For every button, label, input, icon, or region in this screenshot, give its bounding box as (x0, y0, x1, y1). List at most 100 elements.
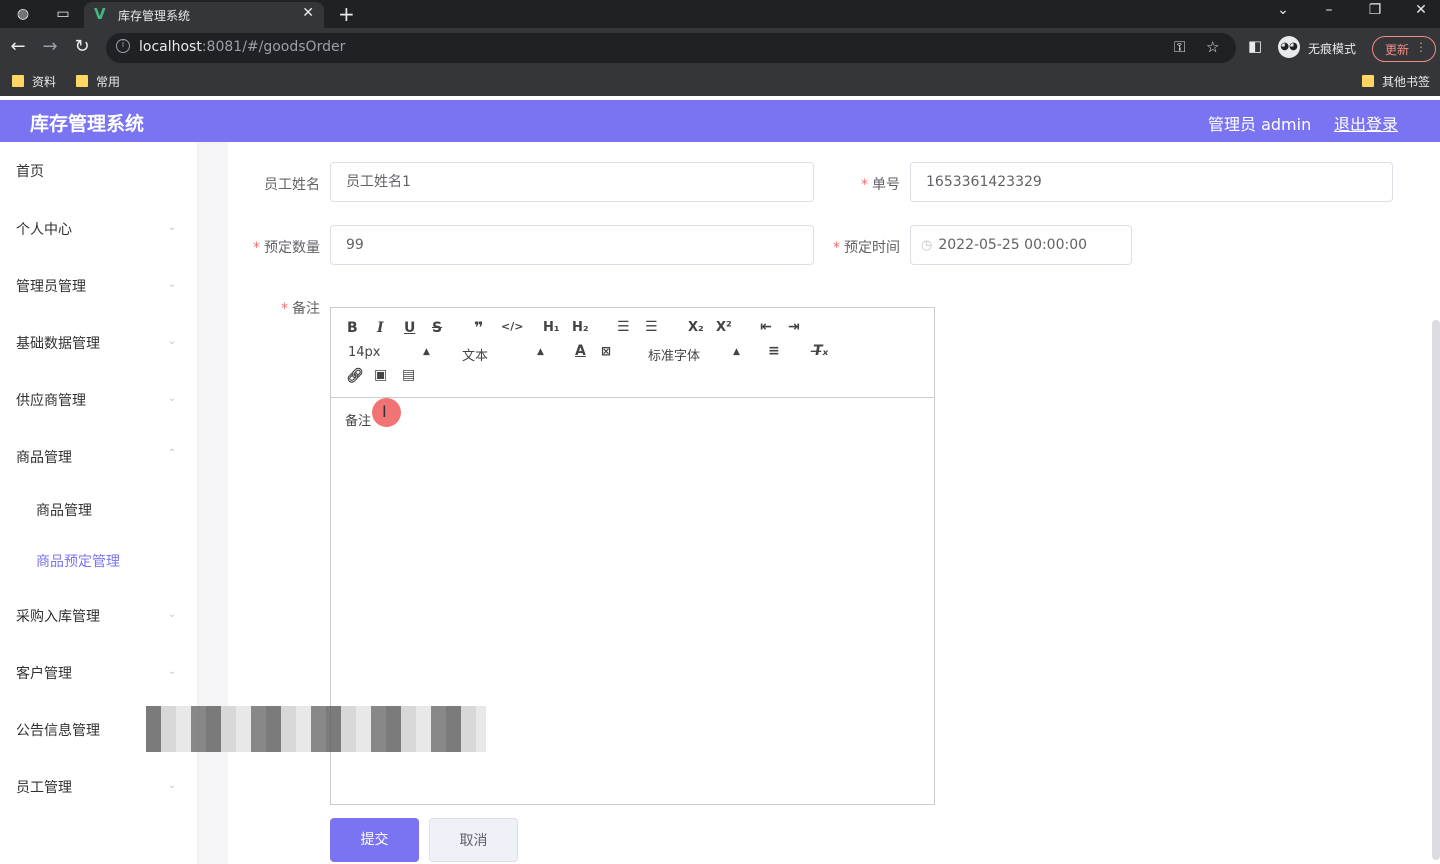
chevron-down-icon: ⌄ (168, 222, 177, 233)
chevron-down-icon: ⌄ (168, 609, 177, 620)
sidebar-item-purchase[interactable]: 采购入库管理 (16, 606, 100, 626)
browser-menu-icon[interactable]: ◍ (14, 5, 32, 23)
order-time-field[interactable]: ◷ 2022-05-25 00:00:00 (910, 225, 1132, 265)
chevron-down-icon: ⌄ (168, 279, 177, 290)
quantity-label: * 预定数量 (253, 240, 320, 256)
header-select[interactable]: 文本 (462, 345, 488, 364)
font-color-icon[interactable]: A (575, 343, 586, 359)
bookmark-star-icon[interactable]: ☆ (1206, 38, 1219, 56)
sidebar-subitem-goods[interactable]: 商品管理 (36, 500, 92, 520)
vue-favicon-icon: V (94, 5, 106, 23)
reload-icon[interactable]: ↻ (70, 36, 94, 57)
submit-button[interactable]: 提交 (330, 818, 419, 862)
incognito-icon: ◕◕ (1278, 36, 1300, 58)
update-button[interactable]: 更新 ⋮ (1372, 36, 1436, 62)
heading-1-icon[interactable]: H₁ (543, 320, 560, 335)
underline-icon[interactable]: U (404, 320, 415, 336)
sidebar-item-customers[interactable]: 客户管理 (16, 663, 72, 683)
code-block-icon[interactable]: </> (501, 320, 523, 333)
content-gutter (198, 142, 228, 864)
remark-label: * 备注 (281, 301, 320, 317)
employee-name-field[interactable]: 员工姓名1 (330, 162, 814, 202)
order-no-field[interactable]: 1653361423329 (910, 162, 1393, 202)
select-caret-icon: ▲ (733, 347, 740, 357)
tab-search-icon[interactable]: ▭ (54, 5, 72, 23)
sidebar-item-admins[interactable]: 管理员管理 (16, 276, 86, 296)
ordered-list-icon[interactable]: ☰ (617, 319, 630, 335)
more-icon: ⋮ (1415, 40, 1427, 54)
cancel-button[interactable]: 取消 (429, 818, 518, 862)
sidepanel-icon[interactable]: ◧ (1248, 37, 1262, 55)
chevron-up-icon: ⌃ (168, 448, 177, 459)
browser-toolbar: ← → ↻ i localhost:8081/#/goodsOrder ⚿ ☆ … (0, 28, 1440, 68)
bullet-list-icon[interactable]: ☰ (645, 319, 658, 335)
indent-icon[interactable]: ⇥ (788, 319, 800, 335)
font-family-select[interactable]: 标准字体 (648, 345, 700, 364)
close-window-icon[interactable]: ✕ (1406, 2, 1436, 18)
required-mark: * (833, 240, 840, 256)
other-bookmarks[interactable]: 其他书签 (1362, 73, 1430, 90)
link-icon[interactable]: 🔗︎ (346, 368, 364, 384)
sidebar-item-basic-data[interactable]: 基础数据管理 (16, 333, 100, 353)
background-color-icon[interactable]: ⊠ (601, 344, 611, 358)
blockquote-icon[interactable]: ❞ (474, 318, 483, 337)
redacted-overlay (146, 706, 486, 752)
outdent-icon[interactable]: ⇤ (760, 319, 772, 335)
tab-list-icon[interactable]: ⌄ (1268, 2, 1298, 18)
restore-icon[interactable]: ❐ (1360, 2, 1390, 18)
browser-tab[interactable]: V 库存管理系统 ✕ (84, 2, 324, 28)
order-time-label: * 预定时间 (833, 240, 900, 256)
order-no-label: * 单号 (861, 177, 900, 193)
sidebar-subitem-goods-order[interactable]: 商品预定管理 (36, 551, 120, 571)
sidebar: 首页 个人中心 ⌄ 管理员管理 ⌄ 基础数据管理 ⌄ 供应商管理 ⌄ 商品管理 … (0, 142, 198, 864)
current-user: 管理员 admin (1208, 115, 1312, 134)
app-header: 库存管理系统 管理员 admin 退出登录 (0, 100, 1440, 142)
tab-title: 库存管理系统 (118, 9, 191, 23)
bookmark-folder-1[interactable]: 资料 (12, 73, 56, 90)
subscript-icon[interactable]: X₂ (688, 320, 704, 335)
video-icon[interactable]: ▤ (402, 367, 415, 383)
folder-icon (12, 75, 24, 87)
heading-2-icon[interactable]: H₂ (572, 320, 589, 335)
sidebar-item-profile[interactable]: 个人中心 (16, 219, 72, 239)
bookmarks-bar: 资料 常用 其他书签 (0, 68, 1440, 96)
browser-tab-bar: ◍ ▭ V 库存管理系统 ✕ + ⌄ – ❐ ✕ (0, 0, 1440, 28)
clock-icon: ◷ (921, 238, 933, 253)
sidebar-item-goods[interactable]: 商品管理 (16, 447, 72, 467)
key-icon[interactable]: ⚿ (1174, 38, 1185, 56)
logout-link[interactable]: 退出登录 (1334, 111, 1398, 135)
sidebar-item-home[interactable]: 首页 (16, 161, 44, 181)
employee-name-label: 员工姓名 (264, 177, 320, 193)
sidebar-item-notices[interactable]: 公告信息管理 (16, 720, 100, 740)
app-title: 库存管理系统 (30, 113, 145, 135)
required-mark: * (281, 301, 288, 317)
folder-icon (76, 75, 88, 87)
superscript-icon[interactable]: X² (716, 320, 732, 335)
forward-icon[interactable]: → (38, 36, 62, 57)
chevron-down-icon: ⌄ (168, 780, 177, 791)
bold-icon[interactable]: B (347, 320, 358, 336)
page-scrollbar[interactable] (1432, 320, 1440, 860)
new-tab-icon[interactable]: + (338, 2, 355, 26)
clear-format-icon[interactable]: T̶ₓ (813, 343, 828, 359)
align-icon[interactable]: ≡ (768, 343, 780, 359)
image-icon[interactable]: ▣ (374, 367, 387, 383)
site-info-icon[interactable]: i (116, 39, 130, 53)
sidebar-item-suppliers[interactable]: 供应商管理 (16, 390, 86, 410)
select-caret-icon: ▲ (423, 347, 430, 357)
sidebar-item-employees[interactable]: 员工管理 (16, 777, 72, 797)
font-size-select[interactable]: 14px (348, 345, 381, 360)
text-cursor-icon: I (382, 402, 387, 421)
back-icon[interactable]: ← (6, 36, 30, 57)
minimize-icon[interactable]: – (1314, 2, 1344, 18)
update-label: 更新 (1385, 43, 1410, 57)
italic-icon[interactable]: I (377, 320, 384, 336)
editor-content: 备注 (345, 414, 372, 429)
chevron-down-icon: ⌄ (168, 336, 177, 347)
strikethrough-icon[interactable]: S (432, 320, 442, 336)
quantity-field[interactable]: 99 (330, 225, 814, 265)
address-bar[interactable]: i localhost:8081/#/goodsOrder ⚿ ☆ (106, 33, 1236, 63)
select-caret-icon: ▲ (537, 347, 544, 357)
tab-close-icon[interactable]: ✕ (302, 5, 314, 21)
bookmark-folder-2[interactable]: 常用 (76, 73, 120, 90)
